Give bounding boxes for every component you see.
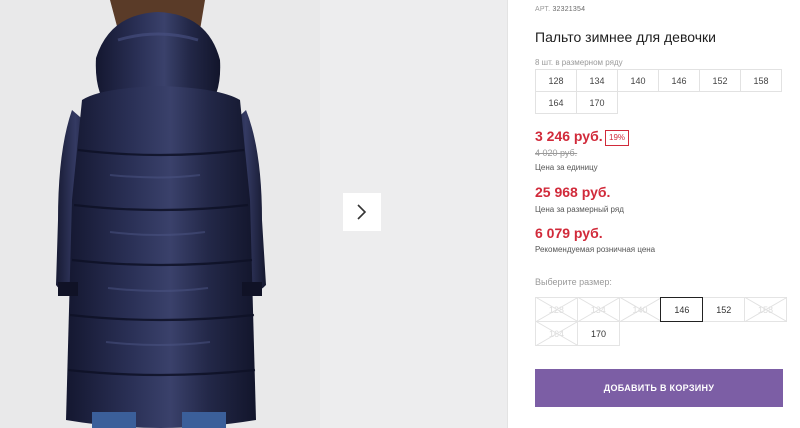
discount-badge: 19% bbox=[605, 130, 630, 146]
old-price: 4 020 руб. bbox=[535, 148, 578, 158]
size-set-cell: 170 bbox=[576, 91, 618, 114]
product-gallery bbox=[0, 0, 507, 428]
size-picker-row: 128 134 140 146 152 158 bbox=[535, 297, 787, 322]
size-option-unavailable: 134 bbox=[576, 297, 620, 322]
set-price: 25 968 руб. bbox=[535, 184, 611, 200]
gallery-divider bbox=[507, 0, 508, 428]
size-option[interactable]: 170 bbox=[577, 321, 620, 346]
size-set-cell: 140 bbox=[617, 69, 659, 92]
product-photo[interactable] bbox=[0, 0, 320, 428]
size-set-cell: 164 bbox=[535, 91, 577, 114]
product-title: Пальто зимнее для девочки bbox=[535, 29, 716, 45]
size-picker: 128 134 140 146 152 158 164 170 bbox=[535, 297, 787, 346]
size-option[interactable]: 152 bbox=[702, 297, 746, 322]
unit-price: 3 246 руб. bbox=[535, 128, 603, 144]
size-picker-row: 164 170 bbox=[535, 321, 787, 346]
article-label: АРТ. bbox=[535, 6, 551, 13]
chevron-right-icon bbox=[357, 204, 367, 220]
size-set-cell: 134 bbox=[576, 69, 618, 92]
size-set-row: 128 134 140 146 152 158 bbox=[535, 69, 785, 92]
set-price-caption: Цена за размерный ряд bbox=[535, 205, 624, 214]
size-option-unavailable: 140 bbox=[618, 297, 662, 322]
size-set-table: 128 134 140 146 152 158 164 170 bbox=[535, 69, 785, 114]
rrp-price-caption: Рекомендуемая розничная цена bbox=[535, 245, 656, 254]
add-to-cart-button[interactable]: ДОБАВИТЬ В КОРЗИНУ bbox=[535, 369, 783, 407]
size-option-unavailable: 128 bbox=[535, 297, 578, 322]
article-number: АРТ. 32321354 bbox=[535, 6, 585, 13]
size-set-cell: 152 bbox=[699, 69, 741, 92]
size-option-unavailable: 164 bbox=[535, 321, 578, 346]
next-image-button[interactable] bbox=[343, 193, 381, 231]
article-value: 32321354 bbox=[552, 6, 586, 13]
size-set-cell: 158 bbox=[740, 69, 782, 92]
product-details: АРТ. 32321354 Пальто зимнее для девочки … bbox=[535, 0, 795, 428]
size-set-cell: 146 bbox=[658, 69, 700, 92]
choose-size-label: Выберите размер: bbox=[535, 277, 612, 287]
size-set-row: 164 170 bbox=[535, 91, 785, 114]
size-option-unavailable: 158 bbox=[744, 297, 787, 322]
unit-price-caption: Цена за единицу bbox=[535, 163, 598, 172]
size-set-cell: 128 bbox=[535, 69, 577, 92]
coat-photo-illustration bbox=[56, 0, 266, 428]
size-set-note: 8 шт. в размерном ряду bbox=[535, 58, 623, 67]
size-option-selected[interactable]: 146 bbox=[660, 297, 704, 322]
rrp-price: 6 079 руб. bbox=[535, 225, 603, 241]
